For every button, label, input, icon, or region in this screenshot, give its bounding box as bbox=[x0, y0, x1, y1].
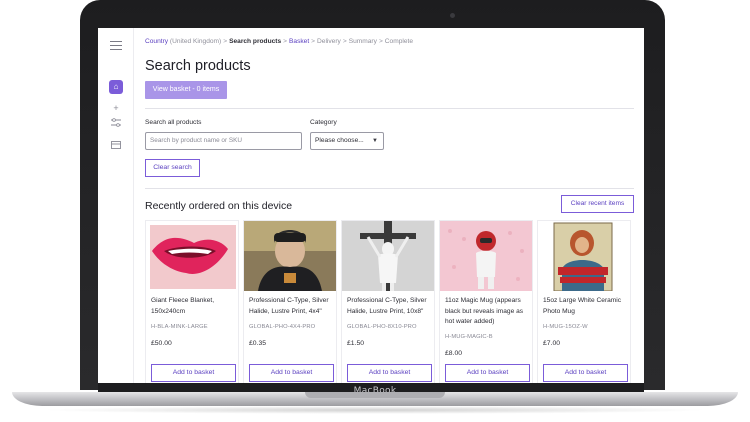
recent-section-title: Recently ordered on this device bbox=[145, 200, 293, 212]
camera-icon bbox=[450, 13, 455, 18]
product-image[interactable] bbox=[244, 221, 336, 291]
breadcrumb-item: Complete bbox=[384, 38, 414, 45]
product-name[interactable]: 15oz Large White Ceramic Photo Mug bbox=[543, 296, 629, 317]
product-image[interactable] bbox=[146, 221, 238, 291]
card-icon[interactable] bbox=[109, 140, 123, 152]
breadcrumb-item: Search products bbox=[229, 38, 282, 45]
product-price: £8.00 bbox=[445, 350, 463, 357]
breadcrumb-separator: > bbox=[223, 38, 228, 45]
breadcrumb-item[interactable]: Basket bbox=[289, 38, 309, 45]
product-image[interactable] bbox=[342, 221, 434, 291]
product-name[interactable]: Giant Fleece Blanket, 150x240cm bbox=[151, 296, 237, 317]
view-basket-button[interactable]: View basket - 0 items bbox=[145, 81, 227, 99]
add-to-basket-button[interactable]: Add to basket bbox=[151, 364, 236, 382]
home-icon[interactable]: ⌂ bbox=[109, 80, 123, 94]
breadcrumb-separator: > bbox=[378, 38, 383, 45]
product-card: Professional C-Type, Silver Halide, Lust… bbox=[243, 220, 337, 383]
menu-icon[interactable] bbox=[110, 41, 122, 50]
breadcrumb-separator: > bbox=[311, 38, 316, 45]
product-card: Professional C-Type, Silver Halide, Lust… bbox=[341, 220, 435, 383]
product-sku: H-BLA-MINK-LARGE bbox=[151, 324, 208, 330]
product-name[interactable]: Professional C-Type, Silver Halide, Lust… bbox=[347, 296, 433, 317]
category-label: Category bbox=[310, 119, 337, 126]
breadcrumb: Country (United Kingdom) > Search products… bbox=[145, 38, 413, 45]
clear-recent-button[interactable]: Clear recent items bbox=[561, 195, 634, 213]
product-sku: H-MUG-MAGIC-B bbox=[445, 334, 493, 340]
product-image[interactable] bbox=[538, 221, 630, 291]
product-name[interactable]: 11oz Magic Mug (appears black but reveal… bbox=[445, 296, 531, 328]
product-price: £50.00 bbox=[151, 340, 172, 347]
product-price: £7.00 bbox=[543, 340, 561, 347]
main-content: Country (United Kingdom) > Search products… bbox=[145, 28, 634, 383]
page-title: Search products bbox=[145, 58, 251, 74]
category-select[interactable]: Please choose... ▼ bbox=[310, 132, 384, 150]
add-to-basket-button[interactable]: Add to basket bbox=[249, 364, 334, 382]
breadcrumb-item-extra: (United Kingdom) bbox=[168, 38, 222, 45]
breadcrumb-separator: > bbox=[342, 38, 347, 45]
app-screen: ⌂ + Country (United Kingdom) > Search prod… bbox=[98, 28, 644, 383]
plus-icon[interactable]: + bbox=[109, 102, 123, 114]
sidebar: ⌂ + bbox=[98, 28, 134, 383]
product-card: 11oz Magic Mug (appears black but reveal… bbox=[439, 220, 533, 383]
product-image[interactable] bbox=[440, 221, 532, 291]
breadcrumb-separator: > bbox=[283, 38, 287, 45]
product-sku: GLOBAL-PHO-8X10-PRO bbox=[347, 324, 417, 330]
search-label: Search all products bbox=[145, 119, 202, 126]
product-sku: GLOBAL-PHO-4X4-PRO bbox=[249, 324, 316, 330]
sliders-icon[interactable] bbox=[109, 118, 123, 130]
product-price: £0.35 bbox=[249, 340, 267, 347]
laptop-mockup: ⌂ + Country (United Kingdom) > Search prod… bbox=[0, 0, 750, 422]
product-list: Giant Fleece Blanket, 150x240cm H-BLA-MI… bbox=[145, 220, 634, 383]
product-price: £1.50 bbox=[347, 340, 365, 347]
search-input[interactable]: Search by product name or SKU bbox=[145, 132, 302, 150]
laptop-shadow bbox=[40, 406, 710, 414]
breadcrumb-item: Delivery bbox=[317, 38, 341, 45]
clear-search-button[interactable]: Clear search bbox=[145, 159, 200, 177]
divider bbox=[145, 108, 634, 109]
add-to-basket-button[interactable]: Add to basket bbox=[543, 364, 628, 382]
product-card: 15oz Large White Ceramic Photo Mug H-MUG… bbox=[537, 220, 631, 383]
breadcrumb-item[interactable]: Country bbox=[145, 38, 168, 45]
product-sku: H-MUG-15OZ-W bbox=[543, 324, 588, 330]
add-to-basket-button[interactable]: Add to basket bbox=[445, 364, 530, 382]
divider bbox=[145, 188, 634, 189]
add-to-basket-button[interactable]: Add to basket bbox=[347, 364, 432, 382]
product-name[interactable]: Professional C-Type, Silver Halide, Lust… bbox=[249, 296, 335, 317]
category-value: Please choose... bbox=[315, 137, 364, 144]
breadcrumb-item: Summary bbox=[348, 38, 377, 45]
chevron-down-icon: ▼ bbox=[372, 138, 378, 144]
laptop-notch bbox=[305, 392, 445, 398]
product-card: Giant Fleece Blanket, 150x240cm H-BLA-MI… bbox=[145, 220, 239, 383]
